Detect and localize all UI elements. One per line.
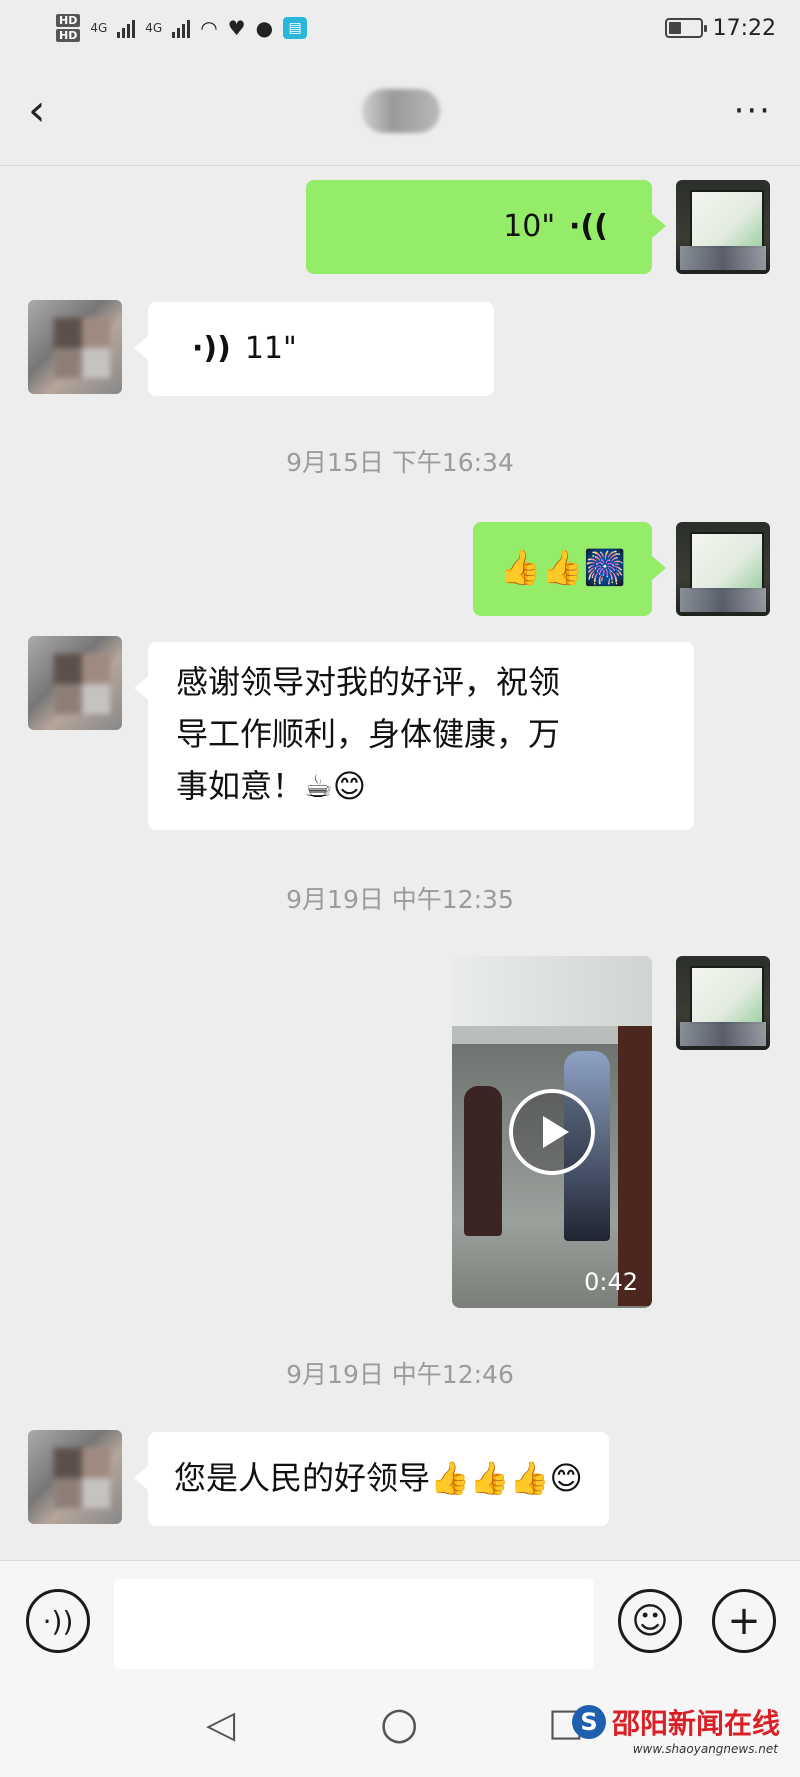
video-thumb-person [464, 1086, 502, 1236]
peer-avatar[interactable] [28, 1430, 122, 1524]
clock: 17:22 [712, 15, 776, 41]
message-input[interactable] [114, 1579, 594, 1669]
message-line-1: 感谢领导对我的好评，祝领 [176, 663, 561, 701]
wifi-icon: ◠ [200, 16, 218, 40]
timestamp: 9月19日 中午12:46 [286, 1360, 514, 1389]
message-row-4: 感谢领导对我的好评，祝领 导工作顺利，身体健康，万 事如意！☕😊 [0, 636, 800, 836]
network-label-1: 4G [90, 21, 108, 35]
nav-home-icon[interactable]: ○ [380, 1698, 418, 1749]
voice-content: ·)) 11" [192, 316, 464, 382]
message-text: 您是人民的好领导👍👍👍😊 [174, 1459, 583, 1497]
text-message-in[interactable]: 感谢领导对我的好评，祝领 导工作顺利，身体健康，万 事如意！☕😊 [134, 642, 694, 830]
heart-pulse-icon: ♥ [227, 16, 246, 40]
status-left: HD HD 4G 4G ◠ ♥ ● ▤ [56, 14, 308, 42]
chat-header: ‹ ··· [0, 56, 800, 166]
my-avatar[interactable] [676, 956, 770, 1050]
hd-indicators: HD HD [56, 14, 81, 42]
network-label-2: 4G [145, 21, 163, 35]
nav-back-icon[interactable]: ◁ [206, 1702, 235, 1746]
voice-duration: 11" [244, 331, 297, 366]
text-message-in[interactable]: 您是人民的好领导👍👍👍😊 [134, 1432, 609, 1526]
battery-icon [664, 18, 707, 38]
voice-content: 10" ))· [336, 194, 608, 260]
timestamp: 9月15日 下午16:34 [286, 448, 514, 477]
signal-icon-2 [172, 18, 191, 38]
text-message-out[interactable]: 👍👍🎆 [472, 522, 667, 616]
voice-wave-icon: ·)) [192, 331, 231, 366]
hd-label-2: HD [56, 29, 81, 42]
video-message[interactable]: 0:42 [452, 956, 652, 1308]
chat-title-blurred [361, 88, 440, 133]
video-thumb-window [452, 956, 652, 1026]
voice-mode-icon[interactable]: ·)) [26, 1589, 90, 1653]
message-row-5: 0:42 [0, 952, 800, 1312]
book-app-icon: ▤ [283, 17, 308, 39]
chat-bubble-icon: ● [255, 16, 274, 40]
play-icon[interactable] [509, 1089, 595, 1175]
voice-wave-icon: ))· [569, 209, 608, 244]
chevron-left-icon[interactable]: ‹ [28, 85, 68, 136]
message-line-2: 导工作顺利，身体健康，万 [176, 715, 561, 753]
message-row-2: ·)) 11" [0, 296, 800, 406]
message-line-3: 事如意！☕😊 [176, 767, 367, 805]
plus-icon[interactable]: + [712, 1589, 776, 1653]
battery-fill [668, 22, 681, 34]
peer-avatar[interactable] [28, 300, 122, 394]
video-duration: 0:42 [584, 1268, 638, 1296]
my-avatar[interactable] [676, 180, 770, 274]
hd-label-1: HD [56, 14, 81, 27]
timestamp: 9月19日 中午12:35 [286, 885, 514, 914]
message-row-3: 👍👍🎆 [0, 518, 800, 618]
status-right: 17:22 [664, 15, 776, 41]
my-avatar[interactable] [676, 522, 770, 616]
watermark-brand: 邵阳新闻在线 [611, 1707, 780, 1740]
signal-icon [117, 18, 136, 38]
voice-duration: 10" [503, 209, 556, 244]
peer-avatar[interactable] [28, 636, 122, 730]
input-bar: ·)) ☺ + [0, 1560, 800, 1680]
video-thumb-door [618, 1026, 652, 1306]
smiley-icon[interactable]: ☺ [618, 1589, 682, 1653]
emoji-text: 👍👍🎆 [498, 548, 626, 588]
voice-message-in[interactable]: ·)) 11" [134, 302, 494, 396]
voice-message-out[interactable]: 10" ))· [306, 180, 666, 274]
message-row-6: 您是人民的好领导👍👍👍😊 [0, 1430, 800, 1540]
more-dots-icon[interactable]: ··· [734, 91, 772, 131]
watermark-logo-icon: S [571, 1705, 606, 1739]
watermark-url: www.shaoyangnews.net [632, 1742, 778, 1756]
watermark: S 邵阳新闻在线 [571, 1702, 780, 1742]
status-bar: HD HD 4G 4G ◠ ♥ ● ▤ 17:22 [0, 0, 800, 56]
message-row-1: 10" ))· [0, 176, 800, 276]
